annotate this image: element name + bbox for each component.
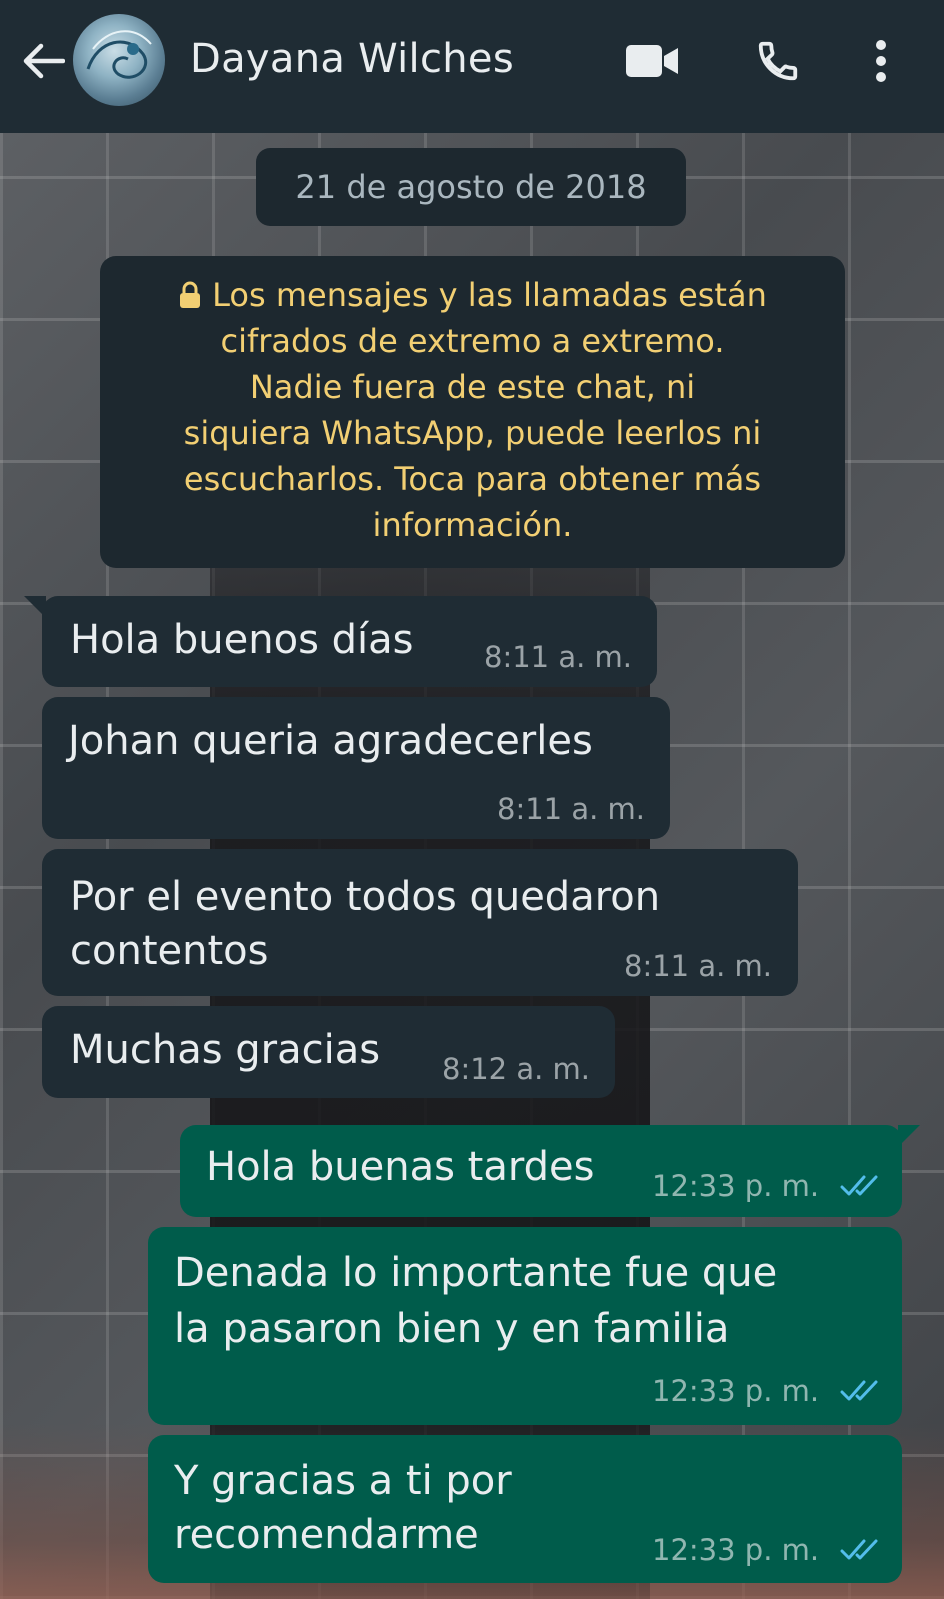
read-checkmarks-icon	[840, 1380, 878, 1401]
message-text: la pasaron bien y en familia	[174, 1306, 730, 1352]
notice-line: Los mensajes y las llamadas están	[142, 272, 803, 318]
message-bubble-outgoing[interactable]: Y gracias a ti por recomendarme 12:33 p.…	[148, 1435, 902, 1583]
video-call-button[interactable]	[622, 36, 682, 86]
message-text: Por el evento todos quedaron	[70, 874, 661, 920]
avatar-image-icon	[86, 30, 152, 79]
message-text: Johan queria agradecerles	[68, 718, 593, 764]
bubble-tail	[24, 596, 46, 618]
message-time: 8:12 a. m.	[442, 1052, 591, 1086]
bubble-tail	[898, 1125, 920, 1147]
message-text: Hola buenas tardes	[206, 1144, 595, 1190]
contact-name[interactable]: Dayana Wilches	[190, 36, 514, 82]
message-bubble-outgoing[interactable]: Denada lo importante fue que la pasaron …	[148, 1227, 902, 1425]
message-text: Muchas gracias	[70, 1027, 381, 1073]
notice-line: cifrados de extremo a extremo.	[220, 322, 725, 360]
message-time: 12:33 p. m.	[652, 1374, 820, 1408]
message-bubble-outgoing[interactable]: Hola buenas tardes 12:33 p. m.	[180, 1125, 920, 1217]
message-time: 8:11 a. m.	[497, 792, 646, 826]
message-text: recomendarme	[174, 1512, 479, 1558]
message-bubble-incoming[interactable]: Hola buenos días 8:11 a. m.	[24, 596, 657, 687]
voice-call-button[interactable]	[750, 36, 806, 86]
back-arrow-icon	[23, 43, 65, 79]
message-time: 8:11 a. m.	[624, 949, 773, 983]
message-bubble-incoming[interactable]: Johan queria agradecerles 8:11 a. m.	[42, 697, 670, 839]
chat-header: Dayana Wilches	[0, 0, 944, 133]
notice-line: siquiera WhatsApp, puede leerlos ni	[183, 414, 762, 452]
video-call-icon	[626, 45, 678, 77]
message-text: contentos	[70, 928, 269, 974]
message-text: Hola buenos días	[70, 617, 414, 663]
message-time: 8:11 a. m.	[484, 640, 633, 674]
message-time: 12:33 p. m.	[652, 1533, 820, 1567]
notice-line: escucharlos. Toca para obtener más	[183, 460, 762, 498]
notice-line: Nadie fuera de este chat, ni	[249, 368, 696, 406]
read-checkmarks-icon	[840, 1539, 878, 1560]
avatar[interactable]	[73, 14, 165, 106]
read-checkmarks-icon	[840, 1175, 878, 1196]
encryption-notice[interactable]: Los mensajes y las llamadas están cifrad…	[100, 256, 845, 568]
notice-line: información.	[372, 506, 573, 544]
message-time: 12:33 p. m.	[652, 1169, 820, 1203]
lock-icon	[180, 281, 201, 308]
back-button[interactable]	[18, 36, 68, 86]
message-bubble-incoming[interactable]: Muchas gracias 8:12 a. m.	[42, 1006, 615, 1098]
more-options-button[interactable]	[866, 36, 896, 86]
message-text: Denada lo importante fue que	[174, 1250, 778, 1296]
date-chip: 21 de agosto de 2018	[256, 148, 686, 226]
message-bubble-incoming[interactable]: Por el evento todos quedaron contentos 8…	[42, 849, 798, 996]
phone-icon	[758, 41, 798, 81]
message-text: Y gracias a ti por	[174, 1458, 512, 1504]
more-vert-icon	[876, 40, 886, 82]
